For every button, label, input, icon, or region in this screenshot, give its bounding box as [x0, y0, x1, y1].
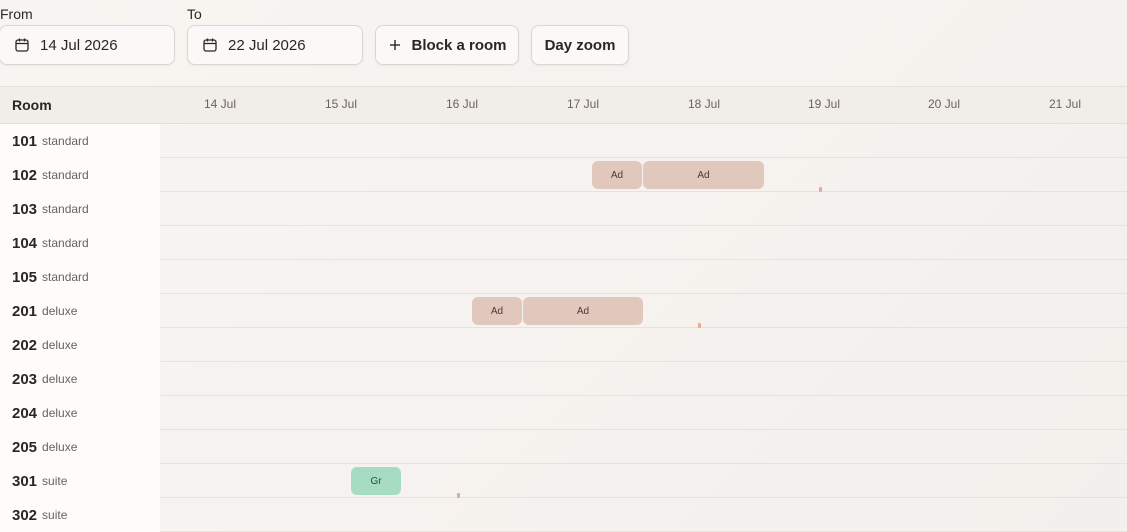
room-type: suite — [42, 474, 68, 488]
day-label: 21 Jul — [1049, 97, 1082, 111]
room-row[interactable]: 101 standard — [0, 124, 1127, 158]
room-number: 301 — [12, 472, 38, 490]
room-number: 105 — [12, 268, 38, 286]
room-cell: 302 suite — [0, 498, 160, 532]
room-number: 205 — [12, 438, 38, 456]
room-cell: 204 deluxe — [0, 396, 160, 430]
room-cell: 104 standard — [0, 226, 160, 260]
room-type: suite — [42, 508, 68, 522]
room-row[interactable]: 202 deluxe — [0, 328, 1127, 362]
room-row[interactable]: 105 standard — [0, 260, 1127, 294]
toolbar: From 14 Jul 2026 To 22 Jul 2026 Block a … — [0, 0, 1127, 86]
booking-label: Ad — [697, 169, 710, 181]
booking-label: Gr — [370, 475, 382, 487]
room-number: 103 — [12, 200, 38, 218]
from-date-value: 14 Jul 2026 — [40, 36, 118, 54]
booking-block[interactable]: Ad — [643, 161, 764, 189]
booking-block[interactable]: Ad — [592, 161, 642, 189]
timeline-header: Room 14 Jul 15 Jul 16 Jul 17 Jul 18 Jul … — [0, 87, 1127, 124]
room-row[interactable]: 104 standard — [0, 226, 1127, 260]
room-type: deluxe — [42, 440, 78, 454]
room-type: standard — [42, 202, 89, 216]
from-label: From — [0, 6, 33, 22]
room-number: 102 — [12, 166, 38, 184]
to-label: To — [187, 6, 202, 22]
booking-block[interactable]: Ad — [472, 297, 522, 325]
room-type: deluxe — [42, 304, 78, 318]
room-type: deluxe — [42, 338, 78, 352]
booking-label: Ad — [490, 305, 504, 317]
room-row[interactable]: 302 suite — [0, 498, 1127, 532]
room-type: standard — [42, 134, 89, 148]
room-row[interactable]: 301 suite Gr — [0, 464, 1127, 498]
room-type: deluxe — [42, 406, 78, 420]
day-label: 16 Jul — [446, 97, 479, 111]
from-date-input[interactable]: 14 Jul 2026 — [0, 25, 175, 65]
day-zoom-label: Day zoom — [544, 36, 616, 54]
room-row[interactable]: 204 deluxe — [0, 396, 1127, 430]
room-row[interactable]: 201 deluxe Ad Ad — [0, 294, 1127, 328]
day-zoom-button[interactable]: Day zoom — [531, 25, 629, 65]
room-number: 201 — [12, 302, 38, 320]
day-label: 17 Jul — [567, 97, 600, 111]
room-cell: 102 standard — [0, 158, 160, 192]
room-row[interactable]: 103 standard — [0, 192, 1127, 226]
room-number: 104 — [12, 234, 38, 252]
room-number: 101 — [12, 132, 38, 150]
room-type: deluxe — [42, 372, 78, 386]
room-number: 204 — [12, 404, 38, 422]
room-cell: 202 deluxe — [0, 328, 160, 362]
room-row[interactable]: 102 standard Ad Ad — [0, 158, 1127, 192]
booking-block[interactable]: Ad — [523, 297, 643, 325]
room-rows: 101 standard 102 standard Ad Ad 103 stan… — [0, 124, 1127, 532]
room-cell: 103 standard — [0, 192, 160, 226]
room-cell: 205 deluxe — [0, 430, 160, 464]
day-label: 15 Jul — [325, 97, 358, 111]
booking-label: Ad — [576, 305, 590, 317]
day-label: 18 Jul — [688, 97, 721, 111]
plus-icon — [387, 37, 403, 53]
day-label: 19 Jul — [808, 97, 841, 111]
room-type: standard — [42, 236, 89, 250]
day-label: 20 Jul — [928, 97, 961, 111]
room-type: standard — [42, 270, 89, 284]
room-row[interactable]: 205 deluxe — [0, 430, 1127, 464]
room-column-header: Room — [12, 97, 52, 113]
booking-label: Ad — [610, 169, 624, 181]
room-cell: 101 standard — [0, 124, 160, 158]
calendar-icon — [202, 37, 218, 53]
to-date-input[interactable]: 22 Jul 2026 — [187, 25, 363, 65]
room-row[interactable]: 203 deluxe — [0, 362, 1127, 396]
calendar-icon — [14, 37, 30, 53]
block-room-label: Block a room — [411, 36, 507, 54]
room-cell: 201 deluxe — [0, 294, 160, 328]
room-timeline-grid: Room 14 Jul 15 Jul 16 Jul 17 Jul 18 Jul … — [0, 86, 1127, 532]
room-cell: 301 suite — [0, 464, 160, 498]
to-date-value: 22 Jul 2026 — [228, 36, 306, 54]
block-room-button[interactable]: Block a room — [375, 25, 519, 65]
room-type: standard — [42, 168, 89, 182]
room-cell: 203 deluxe — [0, 362, 160, 396]
day-label: 14 Jul — [204, 97, 237, 111]
room-number: 302 — [12, 506, 38, 524]
room-number: 203 — [12, 370, 38, 388]
room-cell: 105 standard — [0, 260, 160, 294]
room-number: 202 — [12, 336, 38, 354]
booking-block[interactable]: Gr — [351, 467, 401, 495]
